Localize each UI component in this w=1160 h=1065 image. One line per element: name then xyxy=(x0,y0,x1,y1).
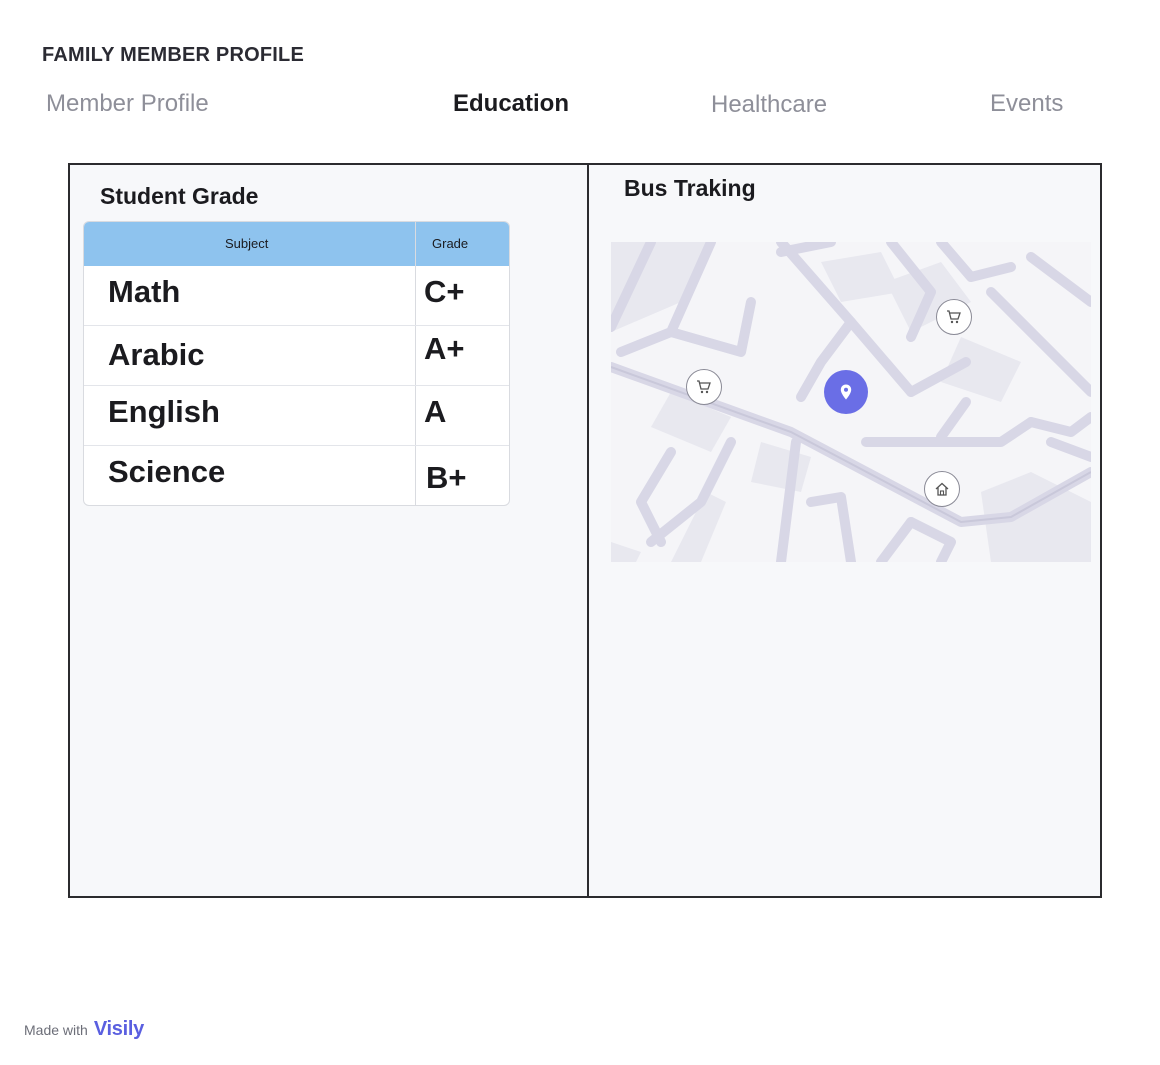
made-with-footer: Made with Visily xyxy=(24,1018,144,1041)
grade-table: Subject Grade Math C+ Arabic A+ English … xyxy=(83,221,510,506)
grade-cell: C+ xyxy=(424,274,465,309)
table-row: Science B+ xyxy=(84,446,509,505)
subject-cell: Math xyxy=(108,274,181,309)
content-panels: Student Grade Subject Grade Math C+ Arab… xyxy=(68,163,1102,898)
made-with-label: Made with xyxy=(24,1021,88,1038)
table-row: Math C+ xyxy=(84,266,509,326)
column-header-subject: Subject xyxy=(225,236,269,251)
grade-cell: A+ xyxy=(424,331,465,366)
shopping-cart-marker[interactable] xyxy=(686,369,722,405)
grade-cell: B+ xyxy=(426,460,467,495)
table-row: English A xyxy=(84,386,509,446)
bus-map[interactable] xyxy=(606,237,1096,567)
column-header-grade: Grade xyxy=(432,236,469,251)
table-row: Arabic A+ xyxy=(84,326,509,386)
page-title: FAMILY MEMBER PROFILE xyxy=(42,44,305,66)
bus-tracking-heading: Bus Traking xyxy=(624,175,756,201)
map-pin-icon xyxy=(840,384,852,400)
student-grade-heading: Student Grade xyxy=(100,183,259,209)
panel-divider xyxy=(587,165,589,896)
bus-location-marker[interactable] xyxy=(824,370,868,414)
tab-education[interactable]: Education xyxy=(453,90,569,118)
visily-logo: Visily xyxy=(93,1018,144,1040)
tab-events[interactable]: Events xyxy=(990,90,1063,118)
shopping-cart-icon xyxy=(947,310,961,324)
subject-cell: English xyxy=(108,394,220,429)
tab-healthcare[interactable]: Healthcare xyxy=(711,91,827,119)
shopping-cart-icon xyxy=(697,380,711,394)
grade-cell: A xyxy=(424,394,447,429)
home-icon xyxy=(935,482,949,496)
tab-member-profile[interactable]: Member Profile xyxy=(46,90,209,118)
subject-cell: Science xyxy=(108,454,226,489)
subject-cell: Arabic xyxy=(108,337,205,372)
home-marker[interactable] xyxy=(924,471,960,507)
table-header: Subject Grade xyxy=(84,222,509,266)
shopping-cart-marker[interactable] xyxy=(936,299,972,335)
